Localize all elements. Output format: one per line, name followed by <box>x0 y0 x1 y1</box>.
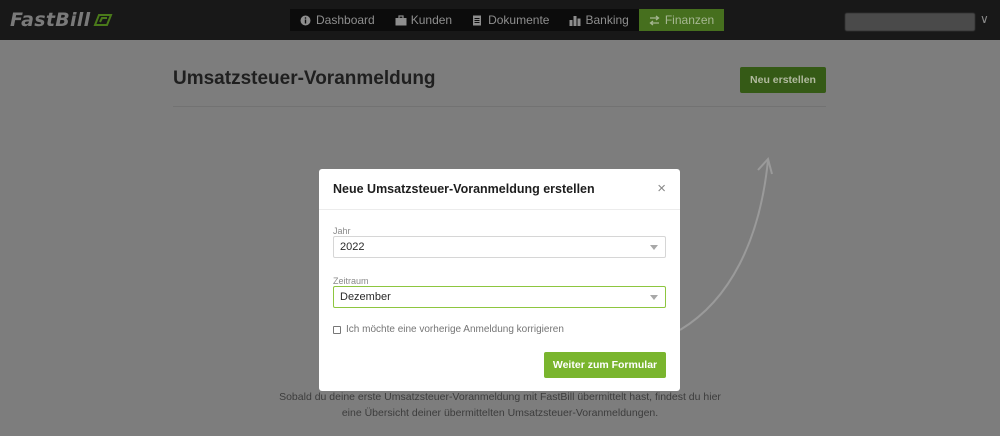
nav-item-label: Finanzen <box>664 13 715 27</box>
bar-chart-icon <box>569 15 581 26</box>
nav-item-label: Kunden <box>410 13 453 27</box>
period-select-value: Dezember <box>340 291 391 303</box>
nav-item-label: Dokumente <box>488 13 550 27</box>
nav-item-dokumente[interactable]: Dokumente <box>462 9 559 31</box>
chevron-down-icon <box>650 295 658 300</box>
nav-item-kunden[interactable]: Kunden <box>385 9 462 31</box>
fastbill-logo[interactable]: FastBill <box>10 8 113 32</box>
create-vat-return-modal: Neue Umsatzsteuer-Voranmeldung erstellen… <box>319 169 680 391</box>
year-select[interactable]: 2022 <box>333 236 666 258</box>
nav-item-banking[interactable]: Banking <box>559 9 638 31</box>
nav-item-label: Banking <box>585 13 629 27</box>
chevron-down-icon <box>650 245 658 250</box>
year-select-value: 2022 <box>340 241 365 253</box>
document-icon <box>472 15 483 26</box>
nav-item-finanzen[interactable]: Finanzen <box>638 9 725 31</box>
correction-checkbox-label[interactable]: Ich möchte eine vorherige Anmeldung korr… <box>346 324 564 335</box>
correction-checkbox-row[interactable]: Ich möchte eine vorherige Anmeldung korr… <box>333 324 564 335</box>
page-title: Umsatzsteuer-Voranmeldung <box>173 68 436 89</box>
logo-signal-icon <box>93 13 113 27</box>
close-icon[interactable]: × <box>657 181 666 197</box>
user-account-menu[interactable] <box>845 13 975 31</box>
modal-divider <box>319 209 680 210</box>
briefcase-icon <box>395 14 407 26</box>
nav-item-dashboard[interactable]: Dashboard <box>290 9 385 31</box>
transfer-icon <box>649 14 660 26</box>
modal-title: Neue Umsatzsteuer-Voranmeldung erstellen <box>333 182 595 196</box>
top-bar: FastBill Dashboard Kunden Dokumente Bank… <box>0 0 1000 40</box>
title-divider <box>173 106 826 107</box>
continue-to-form-button[interactable]: Weiter zum Formular <box>544 352 666 378</box>
nav-item-label: Dashboard <box>316 13 375 27</box>
logo-text: FastBill <box>10 9 91 31</box>
empty-state-line: eine Übersicht deiner übermittelten Umsa… <box>341 407 659 419</box>
period-select[interactable]: Dezember <box>333 286 666 308</box>
new-entry-button[interactable]: Neu erstellen <box>740 67 826 93</box>
empty-state-line: Sobald du deine erste Umsatzsteuer-Voran… <box>279 391 721 403</box>
correction-checkbox[interactable] <box>333 325 341 334</box>
chevron-down-icon[interactable]: ∨ <box>980 12 989 26</box>
main-nav: Dashboard Kunden Dokumente Banking Finan… <box>290 9 725 31</box>
period-label: Zeitraum <box>333 276 369 286</box>
year-label: Jahr <box>333 226 351 236</box>
empty-state-text: Sobald du deine erste Umsatzsteuer-Voran… <box>240 389 760 421</box>
info-icon <box>300 15 311 26</box>
